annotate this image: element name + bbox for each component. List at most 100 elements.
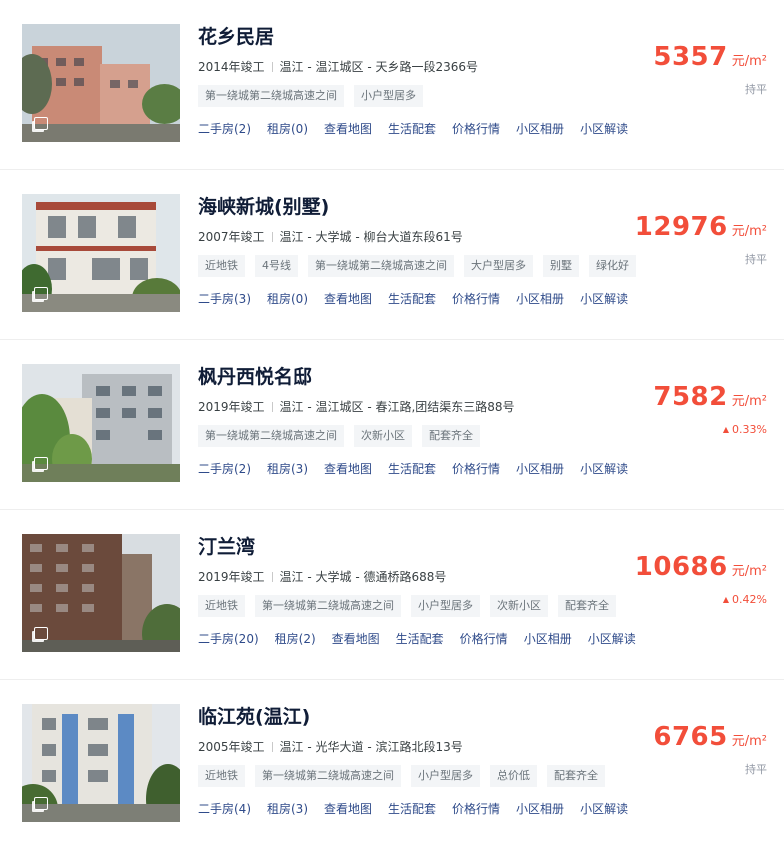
- link-album[interactable]: 小区相册: [516, 290, 564, 308]
- link-map[interactable]: 查看地图: [324, 800, 372, 818]
- build-year: 2007年竣工: [198, 230, 265, 244]
- link-rent[interactable]: 租房(0): [267, 290, 308, 308]
- album-icon: [34, 117, 48, 130]
- community-photo[interactable]: [22, 24, 180, 142]
- trend-text: 持平: [745, 253, 767, 266]
- link-price-trend[interactable]: 价格行情: [452, 800, 500, 818]
- link-review[interactable]: 小区解读: [580, 460, 628, 478]
- community-info: 海峡新城(别墅) 2007年竣工 温江 - 大学城 - 柳台大道东段61号 近地铁…: [198, 194, 636, 308]
- average-price: 12976 元/m²: [587, 212, 767, 242]
- link-price-trend[interactable]: 价格行情: [452, 290, 500, 308]
- link-rent[interactable]: 租房(3): [267, 800, 308, 818]
- community-links: 二手房(2) 租房(0) 查看地图 生活配套 价格行情 小区相册 小区解读: [198, 118, 628, 138]
- community-meta: 2014年竣工 温江 - 温江城区 - 天乡路一段2366号: [198, 58, 618, 76]
- link-rent[interactable]: 租房(0): [267, 120, 308, 138]
- link-price-trend[interactable]: 价格行情: [460, 630, 508, 648]
- community-location: 温江 - 光华大道 - 滨江路北段13号: [279, 740, 463, 754]
- trend-text: 持平: [745, 763, 767, 776]
- community-info: 花乡民居 2014年竣工 温江 - 温江城区 - 天乡路一段2366号 第一绕城第…: [198, 24, 628, 138]
- average-price: 5357 元/m²: [587, 42, 767, 72]
- link-second-hand[interactable]: 二手房(2): [198, 460, 251, 478]
- average-price: 10686 元/m²: [587, 552, 767, 582]
- link-map[interactable]: 查看地图: [324, 290, 372, 308]
- community-info: 临江苑(温江) 2005年竣工 温江 - 光华大道 - 滨江路北段13号 近地铁第…: [198, 704, 628, 818]
- tag-list: 近地铁 第一绕城第二绕城高速之间 小户型居多 总价低 配套齐全: [198, 764, 618, 787]
- build-year: 2014年竣工: [198, 60, 265, 74]
- link-amenities[interactable]: 生活配套: [388, 460, 436, 478]
- link-rent[interactable]: 租房(3): [267, 460, 308, 478]
- price-unit: 元/m²: [731, 734, 767, 749]
- divider: [271, 742, 273, 752]
- average-price: 7582 元/m²: [587, 382, 767, 412]
- feature-tag: 第一绕城第二绕城高速之间: [255, 595, 401, 617]
- community-links: 二手房(2) 租房(3) 查看地图 生活配套 价格行情 小区相册 小区解读: [198, 458, 628, 478]
- feature-tag: 总价低: [490, 765, 537, 787]
- community-photo[interactable]: [22, 534, 180, 652]
- tag-list: 近地铁 第一绕城第二绕城高速之间 小户型居多 次新小区 配套齐全: [198, 594, 618, 617]
- link-second-hand[interactable]: 二手房(20): [198, 630, 259, 648]
- community-photo[interactable]: [22, 364, 180, 482]
- link-map[interactable]: 查看地图: [332, 630, 380, 648]
- link-review[interactable]: 小区解读: [580, 290, 628, 308]
- community-title[interactable]: 花乡民居: [198, 24, 618, 50]
- link-review[interactable]: 小区解读: [580, 120, 628, 138]
- community-item: 枫丹西悦名邸 2019年竣工 温江 - 温江城区 - 春江路,团结渠东三路88号 …: [0, 340, 784, 510]
- feature-tag: 第一绕城第二绕城高速之间: [198, 425, 344, 447]
- price-value: 5357: [653, 42, 728, 72]
- community-title[interactable]: 汀兰湾: [198, 534, 618, 560]
- price-box: 5357 元/m² 持平: [587, 42, 767, 98]
- community-title[interactable]: 枫丹西悦名邸: [198, 364, 618, 390]
- price-value: 7582: [653, 382, 728, 412]
- price-trend: 持平: [587, 762, 767, 778]
- price-trend: ▲ 0.33%: [587, 422, 767, 438]
- divider: [271, 402, 273, 412]
- feature-tag: 第一绕城第二绕城高速之间: [255, 765, 401, 787]
- community-photo[interactable]: [22, 194, 180, 312]
- community-meta: 2007年竣工 温江 - 大学城 - 柳台大道东段61号: [198, 228, 618, 246]
- community-photo[interactable]: [22, 704, 180, 822]
- feature-tag: 小户型居多: [354, 85, 423, 107]
- album-icon: [34, 287, 48, 300]
- price-box: 12976 元/m² 持平: [587, 212, 767, 268]
- link-amenities[interactable]: 生活配套: [388, 800, 436, 818]
- feature-tag: 别墅: [543, 255, 579, 277]
- feature-tag: 小户型居多: [411, 595, 480, 617]
- community-item: 海峡新城(别墅) 2007年竣工 温江 - 大学城 - 柳台大道东段61号 近地铁…: [0, 170, 784, 340]
- link-album[interactable]: 小区相册: [524, 630, 572, 648]
- community-title[interactable]: 临江苑(温江): [198, 704, 618, 730]
- link-map[interactable]: 查看地图: [324, 120, 372, 138]
- link-review[interactable]: 小区解读: [588, 630, 636, 648]
- tag-list: 第一绕城第二绕城高速之间 次新小区 配套齐全: [198, 424, 618, 447]
- link-amenities[interactable]: 生活配套: [388, 290, 436, 308]
- link-price-trend[interactable]: 价格行情: [452, 460, 500, 478]
- average-price: 6765 元/m²: [587, 722, 767, 752]
- link-rent[interactable]: 租房(2): [275, 630, 316, 648]
- link-second-hand[interactable]: 二手房(3): [198, 290, 251, 308]
- trend-up-icon: ▲: [722, 595, 730, 604]
- link-review[interactable]: 小区解读: [580, 800, 628, 818]
- build-year: 2019年竣工: [198, 570, 265, 584]
- feature-tag: 次新小区: [490, 595, 548, 617]
- feature-tag: 大户型居多: [464, 255, 533, 277]
- link-second-hand[interactable]: 二手房(2): [198, 120, 251, 138]
- divider: [271, 232, 273, 242]
- community-title[interactable]: 海峡新城(别墅): [198, 194, 618, 220]
- link-album[interactable]: 小区相册: [516, 460, 564, 478]
- tag-list: 近地铁 4号线 第一绕城第二绕城高速之间 大户型居多 别墅 绿化好: [198, 254, 636, 277]
- price-box: 6765 元/m² 持平: [587, 722, 767, 778]
- community-location: 温江 - 大学城 - 德通桥路688号: [279, 570, 447, 584]
- feature-tag: 近地铁: [198, 595, 245, 617]
- link-map[interactable]: 查看地图: [324, 460, 372, 478]
- price-trend: 持平: [587, 82, 767, 98]
- price-unit: 元/m²: [731, 564, 767, 579]
- link-second-hand[interactable]: 二手房(4): [198, 800, 251, 818]
- link-amenities[interactable]: 生活配套: [388, 120, 436, 138]
- community-links: 二手房(20) 租房(2) 查看地图 生活配套 价格行情 小区相册 小区解读: [198, 628, 636, 648]
- community-location: 温江 - 温江城区 - 春江路,团结渠东三路88号: [279, 400, 515, 414]
- link-amenities[interactable]: 生活配套: [396, 630, 444, 648]
- link-price-trend[interactable]: 价格行情: [452, 120, 500, 138]
- link-album[interactable]: 小区相册: [516, 120, 564, 138]
- price-value: 6765: [653, 722, 728, 752]
- link-album[interactable]: 小区相册: [516, 800, 564, 818]
- community-item: 花乡民居 2014年竣工 温江 - 温江城区 - 天乡路一段2366号 第一绕城第…: [0, 0, 784, 170]
